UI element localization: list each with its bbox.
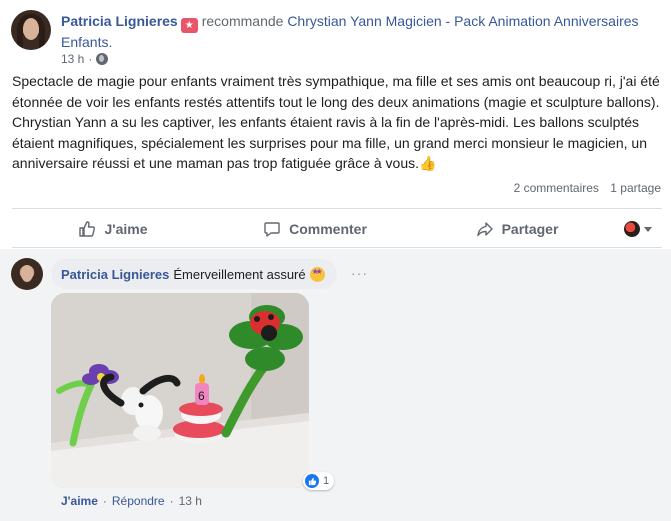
post-meta: 13 h · <box>61 52 109 66</box>
comment-actions: J'aime · Répondre · 13 h <box>61 494 202 508</box>
comment-bubble-icon <box>264 222 280 237</box>
comment-button[interactable]: Commenter <box>214 211 416 247</box>
reaction-count: 1 <box>323 475 330 487</box>
more-options-icon[interactable]: ··· <box>351 265 368 281</box>
post-header: Patricia Lignieres ★ recommande Chrystian … <box>61 12 661 52</box>
post-text: Spectacle de magie pour enfants vraiment… <box>12 73 660 171</box>
star-struck-emoji <box>309 266 325 282</box>
post-as-selector[interactable] <box>618 221 662 237</box>
action-bar: J'aime Commenter Partager <box>12 211 662 247</box>
share-arrow-icon <box>476 222 493 237</box>
shares-count[interactable]: 1 partage <box>610 181 661 195</box>
like-button[interactable]: J'aime <box>12 211 214 247</box>
comment-bubble: Patricia Lignieres Émerveillement assuré <box>51 259 337 289</box>
svg-text:6: 6 <box>198 389 205 403</box>
like-label: J'aime <box>104 221 148 237</box>
comment-like-link[interactable]: J'aime <box>61 494 98 508</box>
globe-icon[interactable] <box>96 53 109 65</box>
comments-count[interactable]: 2 commentaires <box>514 181 599 195</box>
post-body: Spectacle de magie pour enfants vraiment… <box>12 71 662 174</box>
commenter-avatar[interactable] <box>11 258 43 290</box>
chevron-down-icon <box>644 226 652 232</box>
comment-time[interactable]: 13 h <box>179 494 202 508</box>
comment-label: Commenter <box>289 221 367 237</box>
recommends-verb: recommande <box>201 13 284 29</box>
like-reaction-icon <box>305 474 319 488</box>
engagement-counts: 2 commentaires 1 partage <box>506 181 661 195</box>
author-avatar[interactable] <box>11 10 51 50</box>
comment-reply-link[interactable]: Répondre <box>112 494 165 508</box>
comment-photo[interactable]: 6 <box>51 293 309 488</box>
comment-text: Émerveillement assuré <box>173 266 306 282</box>
post-time[interactable]: 13 h <box>61 52 84 66</box>
recommendation-post: Patricia Lignieres ★ recommande Chrystian … <box>0 0 671 521</box>
comment-reactions[interactable]: 1 <box>303 472 335 490</box>
author-name[interactable]: Patricia Lignieres <box>61 13 178 29</box>
share-label: Partager <box>501 221 559 237</box>
share-button[interactable]: Partager <box>416 211 618 247</box>
recommendation-badge-icon: ★ <box>180 18 198 33</box>
commenter-name[interactable]: Patricia Lignieres <box>61 267 169 282</box>
page-avatar <box>624 221 640 237</box>
divider <box>12 247 662 248</box>
divider <box>12 208 662 209</box>
thumbs-up-emoji: 👍 <box>419 155 437 171</box>
thumbs-up-icon <box>79 221 96 237</box>
